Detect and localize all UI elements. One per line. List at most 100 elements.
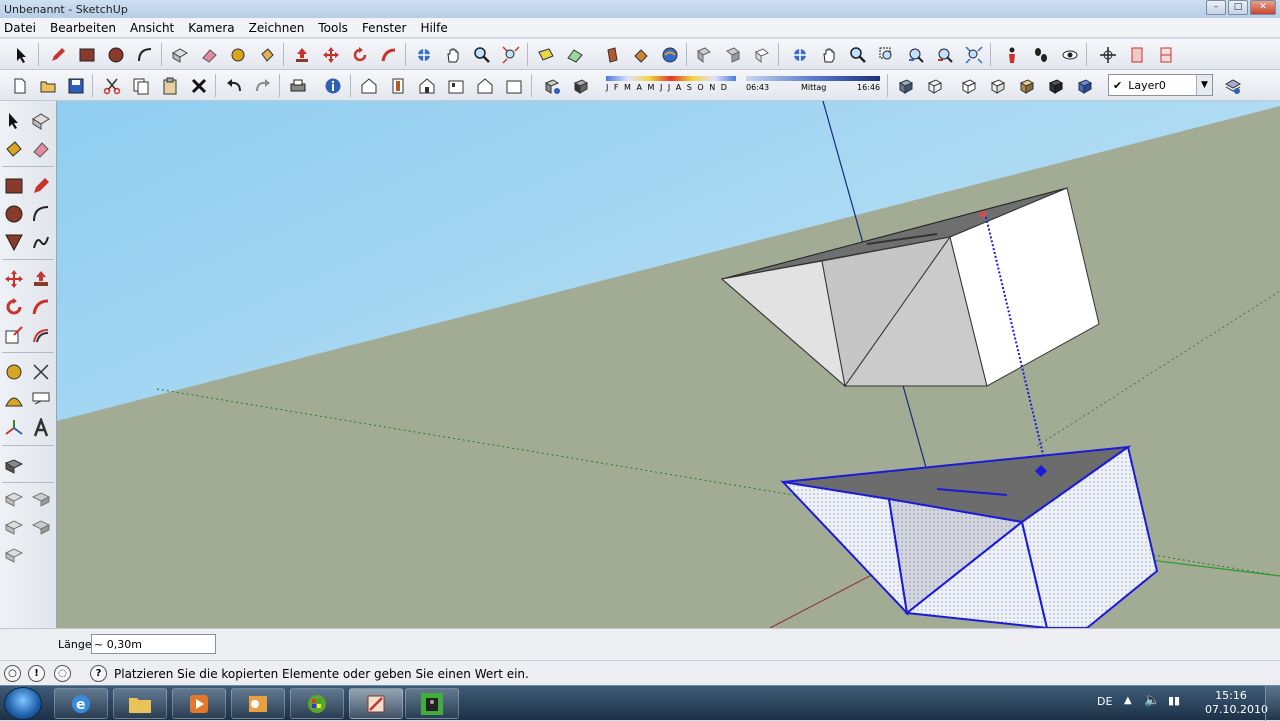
menu-datei[interactable]: Datei bbox=[4, 21, 36, 35]
shaded-style-icon[interactable] bbox=[986, 74, 1009, 97]
freehand-icon[interactable] bbox=[29, 230, 53, 254]
maximize-button[interactable]: □ bbox=[1228, 0, 1248, 15]
arc-icon[interactable] bbox=[29, 202, 53, 226]
push-pull-icon[interactable] bbox=[290, 43, 313, 66]
monochrome-style-icon[interactable] bbox=[1044, 74, 1067, 97]
place-model-icon[interactable] bbox=[600, 43, 623, 66]
time-slider[interactable] bbox=[746, 76, 880, 81]
drape-icon[interactable] bbox=[2, 543, 26, 567]
smoove-icon[interactable] bbox=[2, 515, 26, 539]
back-view-icon[interactable] bbox=[473, 74, 496, 97]
google-earth-view-icon[interactable] bbox=[534, 43, 557, 66]
display-shadows-icon[interactable] bbox=[569, 74, 592, 97]
pan-tool-icon[interactable] bbox=[441, 43, 464, 66]
zoom-icon-2[interactable] bbox=[846, 43, 869, 66]
stamp-icon[interactable] bbox=[29, 515, 53, 539]
sandbox-from-contours-icon[interactable] bbox=[2, 487, 26, 511]
xray-style-icon[interactable] bbox=[894, 74, 917, 97]
pencil-tool-icon[interactable] bbox=[46, 43, 69, 66]
tray-expand-icon[interactable]: ▲ bbox=[1124, 695, 1132, 706]
instructor-icon[interactable]: ◌ bbox=[54, 665, 71, 682]
make-component-icon[interactable] bbox=[168, 43, 191, 66]
select-tool-icon[interactable] bbox=[10, 43, 33, 66]
open-file-icon[interactable] bbox=[36, 74, 59, 97]
left-view-icon[interactable] bbox=[502, 74, 525, 97]
taskbar-sketchup-icon[interactable] bbox=[349, 688, 403, 719]
section-plane-icon[interactable] bbox=[692, 43, 715, 66]
text-icon[interactable] bbox=[29, 388, 53, 412]
menu-zeichnen[interactable]: Zeichnen bbox=[249, 21, 305, 35]
orbit-tool-icon[interactable] bbox=[412, 43, 435, 66]
pencil-icon[interactable] bbox=[29, 174, 53, 198]
position-camera-icon[interactable] bbox=[1000, 43, 1023, 66]
copy-icon[interactable] bbox=[129, 74, 152, 97]
layer-dropdown[interactable]: ✔ Layer0 ▼ bbox=[1108, 74, 1213, 96]
right-view-icon[interactable] bbox=[444, 74, 467, 97]
tape-icon[interactable] bbox=[2, 360, 26, 384]
taskbar-recorder-icon[interactable] bbox=[405, 688, 459, 719]
xray-toggle-icon[interactable] bbox=[1073, 74, 1096, 97]
circle-icon[interactable] bbox=[2, 202, 26, 226]
model-info-icon[interactable] bbox=[321, 74, 344, 97]
print-icon[interactable] bbox=[286, 74, 309, 97]
cut-icon[interactable] bbox=[100, 74, 123, 97]
menu-hilfe[interactable]: Hilfe bbox=[420, 21, 447, 35]
shaded-textures-icon[interactable] bbox=[1015, 74, 1038, 97]
offset-icon[interactable] bbox=[29, 323, 53, 347]
wireframe-style-icon[interactable] bbox=[923, 74, 946, 97]
protractor-icon[interactable] bbox=[2, 388, 26, 412]
component-icon[interactable] bbox=[29, 109, 53, 133]
followme-icon[interactable] bbox=[29, 295, 53, 319]
eraser-tool-icon[interactable] bbox=[197, 43, 220, 66]
get-models-icon[interactable] bbox=[629, 43, 652, 66]
zoom-window-icon[interactable] bbox=[875, 43, 898, 66]
rotate-tool-icon[interactable] bbox=[348, 43, 371, 66]
axes-tool-icon[interactable] bbox=[1096, 43, 1119, 66]
iso-view-icon[interactable] bbox=[357, 74, 380, 97]
month-slider[interactable] bbox=[606, 76, 736, 81]
network-icon[interactable]: ▮▮ bbox=[1168, 694, 1180, 707]
taskbar-outlook-icon[interactable] bbox=[231, 688, 285, 719]
credits-icon[interactable]: ! bbox=[28, 665, 45, 682]
tray-clock[interactable]: 15:16 07.10.2010 bbox=[1205, 689, 1268, 717]
share-model-icon[interactable] bbox=[658, 43, 681, 66]
walk-tool-icon[interactable] bbox=[1029, 43, 1052, 66]
follow-me-icon[interactable] bbox=[377, 43, 400, 66]
axes-icon[interactable] bbox=[2, 416, 26, 440]
top-view-icon[interactable] bbox=[386, 74, 409, 97]
delete-icon[interactable] bbox=[187, 74, 210, 97]
eraser-icon[interactable] bbox=[29, 137, 53, 161]
rotate-icon[interactable] bbox=[2, 295, 26, 319]
modeling-viewport[interactable] bbox=[57, 101, 1280, 628]
polygon-icon[interactable] bbox=[2, 230, 26, 254]
paint-icon[interactable] bbox=[2, 137, 26, 161]
section-plane-left-icon[interactable] bbox=[2, 453, 26, 477]
menu-tools[interactable]: Tools bbox=[318, 21, 348, 35]
menu-fenster[interactable]: Fenster bbox=[362, 21, 407, 35]
show-desktop-button[interactable] bbox=[1265, 686, 1280, 721]
minimize-button[interactable]: – bbox=[1206, 0, 1226, 15]
rectangle-icon[interactable] bbox=[2, 174, 26, 198]
section-display-icon[interactable] bbox=[721, 43, 744, 66]
dimension-icon[interactable] bbox=[29, 360, 53, 384]
help-icon[interactable]: ? bbox=[90, 665, 107, 682]
save-file-icon[interactable] bbox=[64, 74, 87, 97]
volume-icon[interactable]: 🔈 bbox=[1144, 693, 1160, 708]
section-cut-icon[interactable] bbox=[750, 43, 773, 66]
redo-icon[interactable] bbox=[251, 74, 274, 97]
menu-ansicht[interactable]: Ansicht bbox=[130, 21, 174, 35]
undo-icon[interactable] bbox=[222, 74, 245, 97]
front-view-icon[interactable] bbox=[415, 74, 438, 97]
orbit-icon-2[interactable] bbox=[788, 43, 811, 66]
pan-icon-2[interactable] bbox=[817, 43, 840, 66]
taskbar-ie-icon[interactable]: e bbox=[54, 688, 108, 719]
close-button[interactable]: ✕ bbox=[1250, 0, 1276, 15]
pushpull-icon[interactable] bbox=[29, 267, 53, 291]
taskbar-windows-icon[interactable] bbox=[290, 688, 344, 719]
rectangle-tool-icon[interactable] bbox=[75, 43, 98, 66]
measure-input[interactable] bbox=[91, 634, 216, 654]
paste-icon[interactable] bbox=[158, 74, 181, 97]
zoom-extents-icon[interactable] bbox=[499, 43, 522, 66]
geo-location-icon[interactable]: ○ bbox=[4, 665, 21, 682]
paint-bucket-icon[interactable] bbox=[255, 43, 278, 66]
